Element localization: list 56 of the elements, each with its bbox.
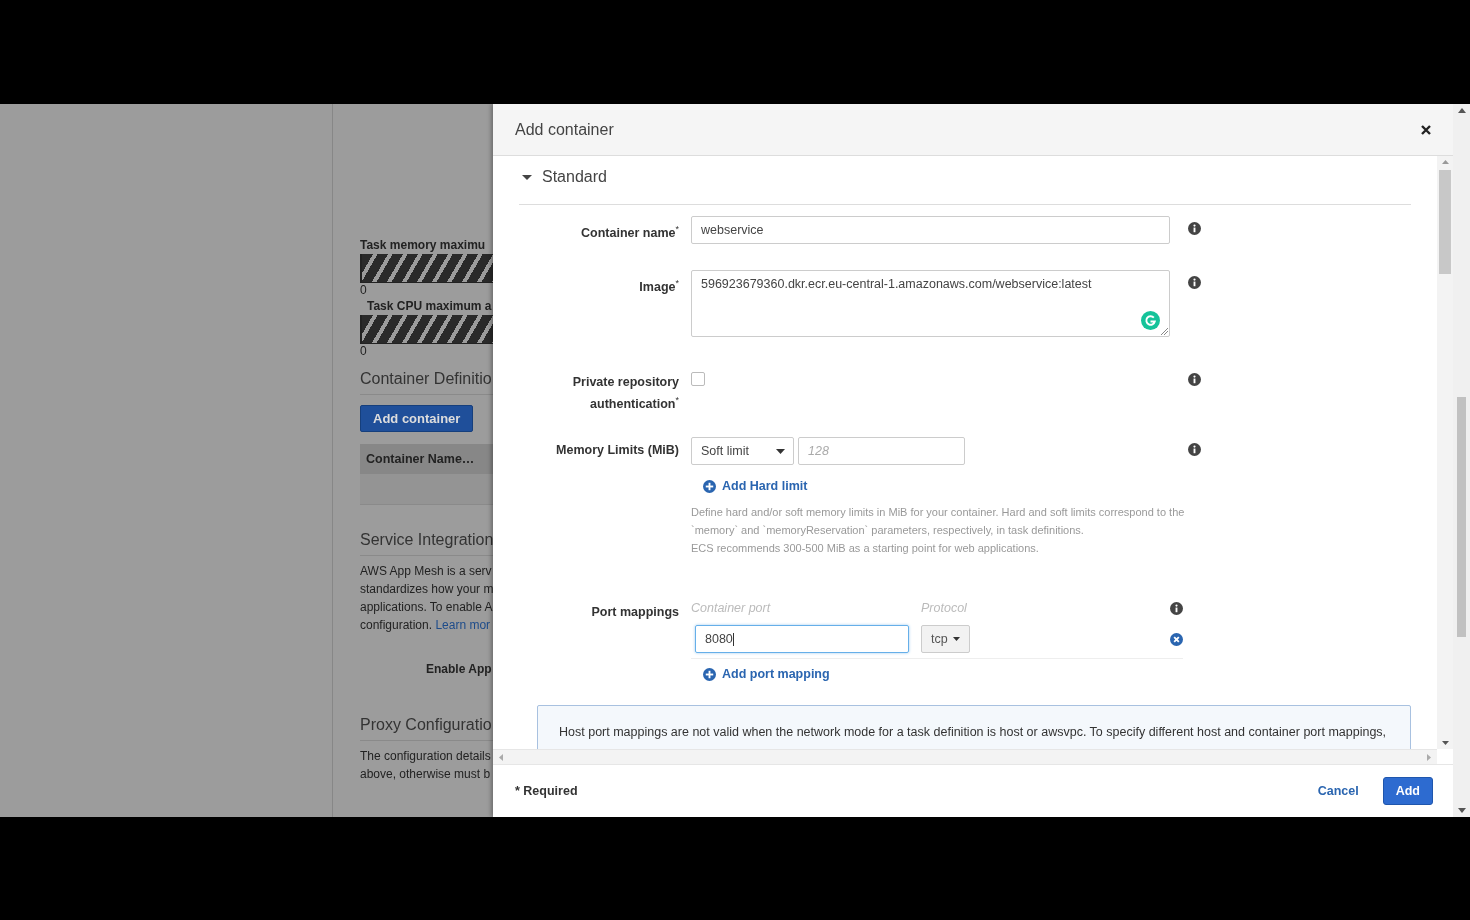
description-text: above, otherwise must b — [360, 766, 492, 783]
column-label: Protocol — [921, 601, 967, 615]
scrollbar-thumb[interactable] — [1457, 397, 1466, 637]
info-icon[interactable] — [1188, 222, 1201, 235]
scroll-up-icon[interactable] — [1457, 108, 1466, 113]
close-icon[interactable] — [1421, 124, 1431, 135]
field-label: Image$^{*}$ — [638, 277, 679, 297]
memory-field[interactable]: 128 — [798, 437, 965, 465]
container-port-field[interactable]: 8080 — [695, 625, 909, 653]
column-header: Container Name… — [366, 452, 475, 466]
checkbox[interactable] — [691, 372, 705, 386]
required-note: * Required — [515, 784, 578, 798]
caret-icon — [776, 448, 785, 454]
plus-circle-icon — [703, 667, 716, 681]
info-icon[interactable] — [1188, 373, 1201, 386]
info-icon[interactable] — [1170, 601, 1183, 615]
axis-value: 0 — [360, 344, 368, 358]
description-text: applications. To enable A — [360, 599, 493, 616]
field-label: Memory Limits (MiB) — [555, 442, 679, 459]
description-text: configuration. — [360, 618, 433, 632]
limit-dropdown[interactable]: Soft limit — [691, 437, 794, 465]
column-label: Container port — [691, 601, 772, 615]
info-icon[interactable] — [1188, 443, 1201, 456]
caret-icon[interactable] — [522, 172, 532, 182]
cancel-button[interactable]: Cancel — [1317, 784, 1359, 798]
container-name-field[interactable]: webservice — [691, 216, 1170, 244]
description-text: standardizes how your m — [360, 581, 493, 598]
remove-icon[interactable] — [1170, 632, 1183, 646]
help-text: `memory` and `memoryReservation` parameters, respectively, in task definitions. — [691, 523, 1084, 538]
memory-label: Task memory maximu — [360, 238, 487, 252]
plus-circle-icon — [703, 479, 716, 493]
enable-label: Enable App — [425, 662, 493, 676]
field-label: Private repository authentication$^{*}$ — [571, 374, 679, 414]
protocol-dropdown[interactable]: tcp — [921, 625, 970, 653]
help-text: ECS recommends 300-500 MiB as a starting point for web applications. — [691, 541, 1039, 556]
resize-grip-icon[interactable] — [1161, 328, 1168, 335]
image-field[interactable]: 596923679360.dkr.ecr.eu-central-1.amazonaws.com/webservice:latest — [691, 270, 1170, 337]
axis-value: 0 — [360, 283, 368, 297]
cpu-label: Task CPU maximum a — [366, 299, 493, 313]
info-notice: Host port mappings are not valid when the network mode for a task definition is host or awsvpc. To specify different host and container port mappings, — [537, 705, 1411, 749]
scroll-down-icon[interactable] — [1457, 808, 1466, 813]
scroll-down-icon[interactable] — [1441, 741, 1449, 745]
description-text: The configuration details — [360, 748, 492, 765]
add-button[interactable]: Add — [1382, 777, 1433, 805]
description-text: AWS App Mesh is a serv — [360, 563, 493, 580]
dialog-title: Add container — [515, 120, 614, 139]
field-label: Container name$^{*}$ — [580, 223, 679, 243]
section-title[interactable]: Standard — [542, 168, 607, 186]
field-label: Port mappings — [590, 604, 679, 621]
info-icon[interactable] — [1188, 276, 1201, 289]
add-container-button[interactable]: Add container — [360, 405, 474, 432]
scrollbar-thumb[interactable] — [1439, 170, 1451, 274]
help-text: Define hard and/or soft memory limits in MiB for your container. Hard and soft limits correspond to the — [691, 505, 1185, 520]
add-hard-limit-link[interactable]: Add Hard limit — [703, 479, 808, 493]
add-port-mapping-link[interactable]: Add port mapping — [703, 667, 830, 681]
caret-icon — [952, 637, 960, 641]
